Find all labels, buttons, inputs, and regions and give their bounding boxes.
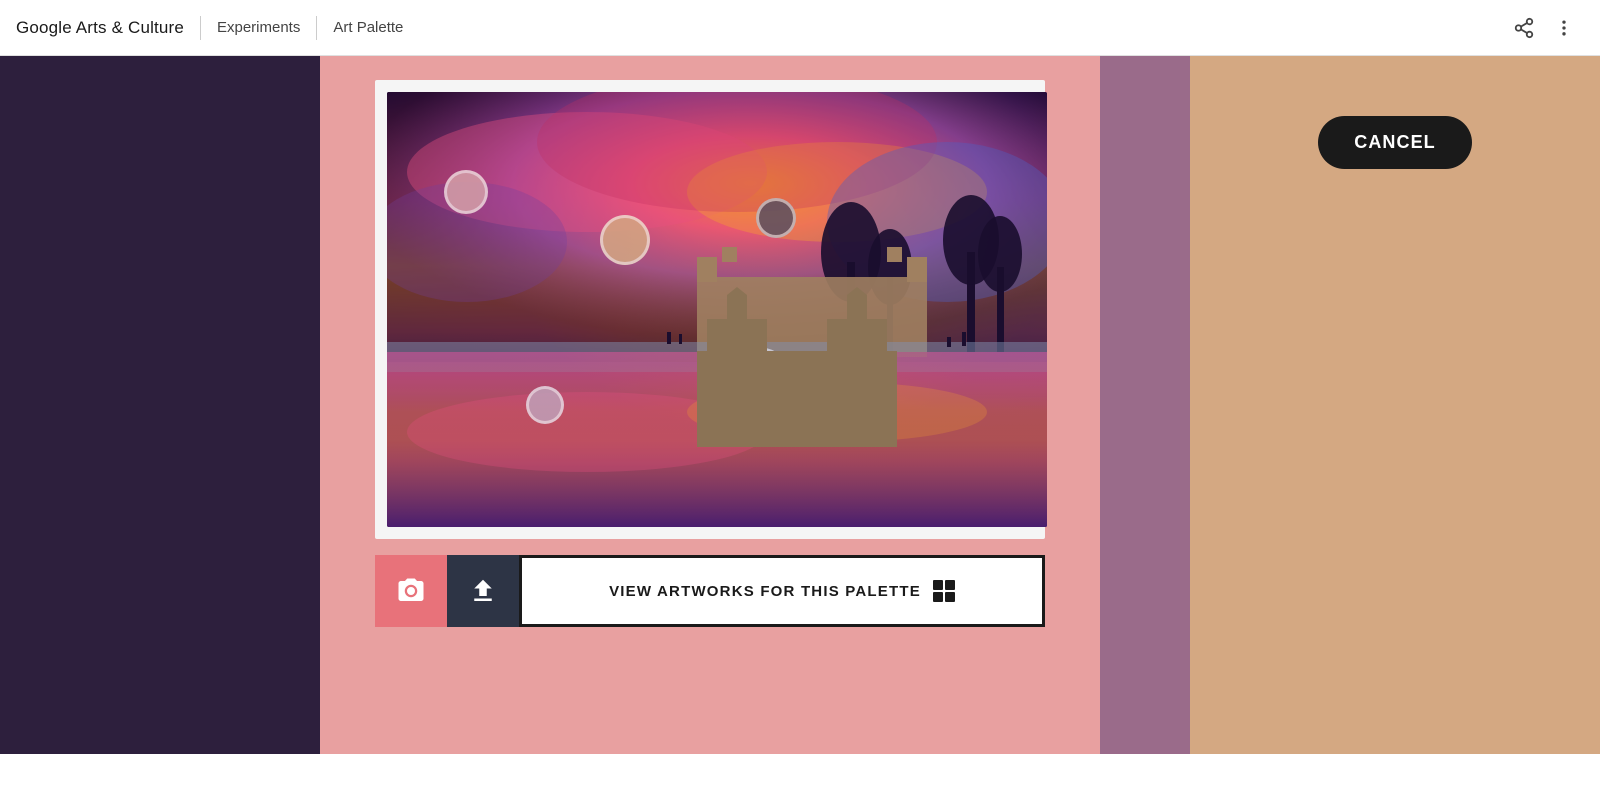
share-icon — [1513, 17, 1535, 39]
share-button[interactable] — [1504, 8, 1544, 48]
logo: Google Arts & Culture — [16, 18, 184, 38]
artwork-image — [387, 92, 1047, 527]
logo-text: Google Arts & Culture — [16, 18, 184, 38]
header: Google Arts & Culture Experiments Art Pa… — [0, 0, 1600, 56]
color-dot-dot5[interactable] — [526, 386, 564, 424]
center-panel: VIEW ARTWORKS FOR THIS PALETTE — [320, 56, 1100, 754]
nav-experiments[interactable]: Experiments — [217, 19, 300, 36]
color-dot-dot4[interactable] — [741, 348, 785, 392]
image-wrapper — [375, 80, 1045, 539]
right-panels: CANCEL — [1100, 56, 1600, 754]
color-dot-dot1[interactable] — [444, 170, 488, 214]
dots-container — [387, 92, 1047, 527]
grid-icon — [933, 580, 955, 602]
main: VIEW ARTWORKS FOR THIS PALETTE CANCEL — [0, 56, 1600, 754]
upload-button[interactable] — [447, 555, 519, 627]
color-dot-dot2[interactable] — [600, 215, 650, 265]
nav-art-palette[interactable]: Art Palette — [333, 19, 403, 36]
far-right-panel: CANCEL — [1190, 56, 1600, 754]
more-button[interactable] — [1544, 8, 1584, 48]
more-icon — [1554, 18, 1574, 38]
toolbar: VIEW ARTWORKS FOR THIS PALETTE — [375, 555, 1045, 627]
header-divider-1 — [200, 16, 201, 40]
camera-icon — [396, 576, 426, 606]
color-dot-dot3[interactable] — [756, 198, 796, 238]
view-artworks-label: VIEW ARTWORKS FOR THIS PALETTE — [609, 583, 921, 600]
cancel-button[interactable]: CANCEL — [1318, 116, 1471, 169]
camera-button[interactable] — [375, 555, 447, 627]
view-artworks-button[interactable]: VIEW ARTWORKS FOR THIS PALETTE — [519, 555, 1045, 627]
mid-right-panel — [1100, 56, 1190, 754]
left-panel — [0, 56, 320, 754]
upload-icon — [468, 576, 498, 606]
header-divider-2 — [316, 16, 317, 40]
